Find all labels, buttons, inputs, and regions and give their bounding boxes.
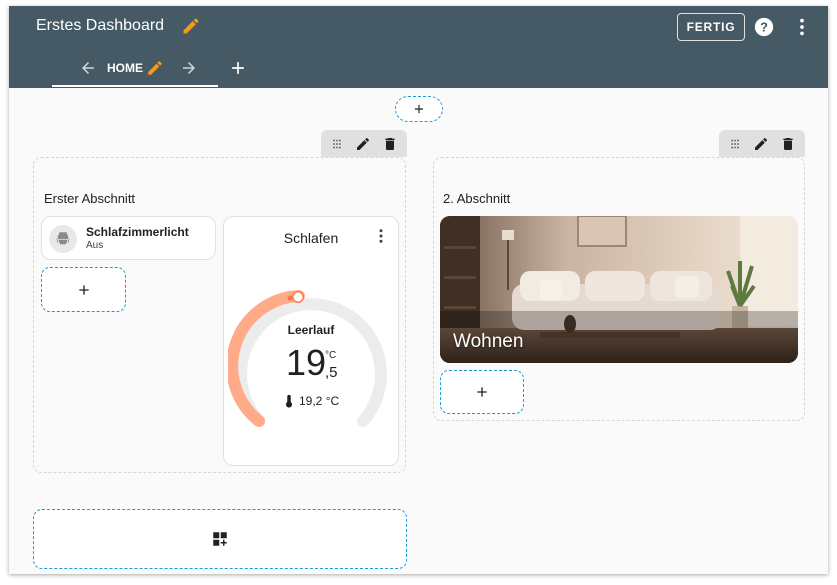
- trash-icon[interactable]: [780, 136, 796, 152]
- more-menu-icon[interactable]: [791, 16, 813, 38]
- help-icon[interactable]: ?: [753, 16, 775, 38]
- ceiling-light-icon: [49, 225, 77, 253]
- section-2-toolbar: [719, 130, 805, 157]
- add-section-button[interactable]: [33, 509, 407, 569]
- move-tab-right-icon[interactable]: [180, 59, 198, 77]
- entity-state: Aus: [86, 240, 104, 251]
- picture-label: Wohnen: [453, 331, 524, 352]
- thermostat-mode: Leerlauf: [287, 323, 335, 337]
- dashboard-title: Erstes Dashboard: [36, 17, 165, 34]
- add-card-button-1[interactable]: [41, 267, 126, 312]
- plus-icon: [78, 284, 89, 295]
- drag-handle-icon[interactable]: [330, 137, 344, 151]
- done-button[interactable]: FERTIG: [677, 13, 745, 41]
- edit-title-icon[interactable]: [181, 16, 201, 36]
- add-view-icon[interactable]: [228, 58, 248, 78]
- entity-card[interactable]: Schlafzimmerlicht Aus: [41, 216, 216, 260]
- tab-home[interactable]: HOME: [107, 60, 143, 76]
- pencil-icon[interactable]: [355, 136, 371, 152]
- drag-handle-icon[interactable]: [728, 137, 742, 151]
- plus-icon: [414, 104, 424, 114]
- current-temperature-value: 19,2 °C: [299, 394, 340, 408]
- more-icon[interactable]: [372, 227, 390, 245]
- add-card-button-2[interactable]: [440, 370, 524, 414]
- trash-icon[interactable]: [382, 136, 398, 152]
- move-tab-left-icon[interactable]: [79, 59, 97, 77]
- temperature-unit: °C: [325, 350, 337, 361]
- active-tab-indicator: [52, 85, 218, 87]
- thermostat-card[interactable]: Schlafen Leerlauf 19 °C ,5 19,2 °C: [223, 216, 399, 466]
- view-tabs: HOME: [9, 48, 828, 88]
- current-temperature: 19,2 °C: [284, 394, 339, 408]
- add-card-icon: [213, 532, 227, 546]
- target-temperature: 19: [286, 342, 327, 383]
- svg-text:?: ?: [760, 20, 768, 35]
- section-1-title: Erster Abschnitt: [44, 191, 136, 206]
- pencil-icon[interactable]: [753, 136, 769, 152]
- edit-tab-icon[interactable]: [146, 59, 164, 77]
- entity-name: Schlafzimmerlicht: [86, 225, 189, 239]
- section-1-toolbar: [321, 130, 407, 157]
- plus-icon: [477, 387, 487, 397]
- dashboard-editor: Erstes Dashboard FERTIG ? HOME Erster Ab…: [9, 6, 828, 574]
- living-room-picture-card[interactable]: Wohnen: [440, 216, 798, 363]
- add-badge-button[interactable]: [395, 96, 443, 122]
- target-temperature-decimal: ,5: [325, 364, 338, 381]
- section-2-title: 2. Abschnitt: [443, 191, 511, 206]
- thermometer-icon: [285, 394, 293, 408]
- app-header: Erstes Dashboard FERTIG ? HOME: [9, 6, 828, 88]
